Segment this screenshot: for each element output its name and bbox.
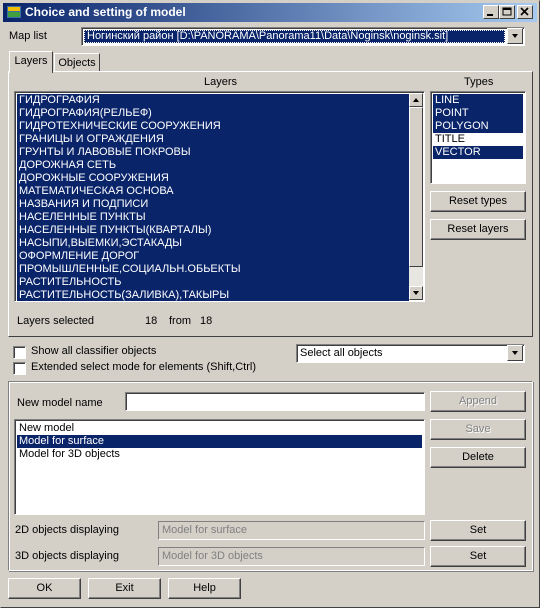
show-all-label: Show all classifier objects <box>31 345 157 357</box>
save-button[interactable]: Save <box>430 419 526 440</box>
types-header: Types <box>464 76 494 88</box>
dialog-window: Choice and setting of model Map list Ног… <box>0 0 540 608</box>
select-mode-value: Select all objects <box>300 347 383 359</box>
reset-layers-button[interactable]: Reset layers <box>430 219 526 240</box>
layer-item[interactable]: ГРУНТЫ И ЛАВОВЫЕ ПОКРОВЫ <box>17 146 409 159</box>
tab-objects-label: Objects <box>58 57 96 69</box>
delete-button[interactable]: Delete <box>430 447 526 468</box>
model-items: New model Model for surface Model for 3D o… <box>17 422 422 461</box>
type-item[interactable]: VECTOR <box>433 146 523 159</box>
app-icon <box>7 6 21 18</box>
type-item[interactable]: POLYGON <box>433 120 523 133</box>
extended-select-label: Extended select mode for elements (Shift… <box>31 361 256 373</box>
type-item[interactable]: TITLE <box>433 133 523 146</box>
exit-button[interactable]: Exit <box>88 578 161 599</box>
types-list[interactable]: LINE POINT POLYGON TITLE VECTOR <box>430 91 526 184</box>
layers-total-count: 18 <box>200 315 213 327</box>
ok-button[interactable]: OK <box>8 578 81 599</box>
select-mode-dropdown-button[interactable] <box>507 345 523 361</box>
arrow-down-icon <box>413 291 419 295</box>
new-model-name-input[interactable] <box>125 392 425 411</box>
model-item[interactable]: New model <box>17 422 422 435</box>
layers-header: Layers <box>204 76 238 88</box>
map-list-dropdown-button[interactable] <box>507 28 523 44</box>
layer-item[interactable]: НАСЫПИ,ВЫЕМКИ,ЭСТАКАДЫ <box>17 237 409 250</box>
title-bar[interactable]: Choice and setting of model <box>3 3 537 22</box>
map-list-select[interactable]: Ногинский район [D:\PANORAMA\Panorama11\… <box>81 27 525 46</box>
extended-select-checkbox[interactable] <box>13 362 26 375</box>
close-icon <box>520 7 529 16</box>
model-item[interactable]: Model for 3D objects <box>17 448 422 461</box>
layers-items: ГИДРОГРАФИЯ ГИДРОГРАФИЯ(РЕЛЬЕФ) ГИДРОТЕХНИ… <box>17 94 409 301</box>
append-button[interactable]: Append <box>430 391 526 412</box>
map-list-label: Map list <box>9 30 47 42</box>
display-3d-label: 3D objects displaying <box>15 550 119 562</box>
layer-item[interactable]: ГИДРОГРАФИЯ <box>17 94 409 107</box>
layer-item[interactable]: ГИДРОГРАФИЯ(РЕЛЬЕФ) <box>17 107 409 120</box>
tab-layers-label: Layers <box>14 55 48 67</box>
maximize-icon <box>502 7 512 16</box>
layers-from-label: from <box>169 315 191 327</box>
layer-item[interactable]: ОФОРМЛЕНИЕ ДОРОГ <box>17 250 409 263</box>
layer-item[interactable]: ГРАНИЦЫ И ОГРАЖДЕНИЯ <box>17 133 409 146</box>
scroll-down-button[interactable] <box>409 286 423 300</box>
window-title: Choice and setting of model <box>25 5 186 19</box>
tab-objects[interactable]: Objects <box>54 53 100 73</box>
display-3d-value: Model for 3D objects <box>162 550 263 562</box>
layers-scrollbar[interactable] <box>409 93 423 300</box>
layer-item[interactable]: ДОРОЖНЫЕ СООРУЖЕНИЯ <box>17 172 409 185</box>
help-button[interactable]: Help <box>168 578 241 599</box>
model-list[interactable]: New model Model for surface Model for 3D o… <box>14 419 425 515</box>
show-all-checkbox[interactable] <box>13 346 26 359</box>
close-button[interactable] <box>517 5 533 19</box>
type-item[interactable]: LINE <box>433 94 523 107</box>
map-list-value: Ногинский район [D:\PANORAMA\Panorama11\… <box>87 30 449 42</box>
arrow-up-icon <box>413 98 419 102</box>
layer-item[interactable]: НАСЕЛЕННЫЕ ПУНКТЫ <box>17 211 409 224</box>
select-mode-dropdown[interactable]: Select all objects <box>296 344 525 363</box>
display-2d-field: Model for surface <box>158 521 425 540</box>
scroll-up-button[interactable] <box>409 93 423 107</box>
layer-item[interactable]: МАТЕМАТИЧЕСКАЯ ОСНОВА <box>17 185 409 198</box>
model-item[interactable]: Model for surface <box>17 435 422 448</box>
set-3d-button[interactable]: Set <box>430 546 526 567</box>
type-item[interactable]: POINT <box>433 107 523 120</box>
layer-item[interactable]: НАЗВАНИЯ И ПОДПИСИ <box>17 198 409 211</box>
layer-item[interactable]: РАСТИТЕЛЬНОСТЬ(ЗАЛИВКА),ТАКЫРЫ <box>17 289 409 301</box>
minimize-button[interactable] <box>483 5 499 19</box>
minimize-icon <box>487 14 493 16</box>
display-2d-value: Model for surface <box>162 524 247 536</box>
new-model-name-label: New model name <box>17 397 103 409</box>
maximize-button[interactable] <box>499 5 515 19</box>
display-3d-field: Model for 3D objects <box>158 547 425 566</box>
tab-layers[interactable]: Layers <box>9 51 53 73</box>
layer-item[interactable]: ДОРОЖНАЯ СЕТЬ <box>17 159 409 172</box>
types-items: LINE POINT POLYGON TITLE VECTOR <box>433 94 523 159</box>
layer-item[interactable]: ГИДРОТЕХНИЧЕСКИЕ СООРУЖЕНИЯ <box>17 120 409 133</box>
chevron-down-icon <box>512 34 518 38</box>
layers-selected-count: 18 <box>145 315 158 327</box>
layers-list[interactable]: ГИДРОГРАФИЯ ГИДРОГРАФИЯ(РЕЛЬЕФ) ГИДРОТЕХНИ… <box>14 91 425 302</box>
display-2d-label: 2D objects displaying <box>15 524 119 536</box>
layers-selected-label: Layers selected <box>17 315 95 327</box>
reset-types-button[interactable]: Reset types <box>430 191 526 212</box>
chevron-down-icon <box>512 351 518 355</box>
set-2d-button[interactable]: Set <box>430 520 526 541</box>
layer-item[interactable]: ПРОМЫШЛЕННЫЕ,СОЦИАЛЬН.ОБЬЕКТЫ <box>17 263 409 276</box>
layer-item[interactable]: НАСЕЛЕННЫЕ ПУНКТЫ(КВАРТАЛЫ) <box>17 224 409 237</box>
scroll-thumb[interactable] <box>409 107 423 267</box>
layer-item[interactable]: РАСТИТЕЛЬНОСТЬ <box>17 276 409 289</box>
